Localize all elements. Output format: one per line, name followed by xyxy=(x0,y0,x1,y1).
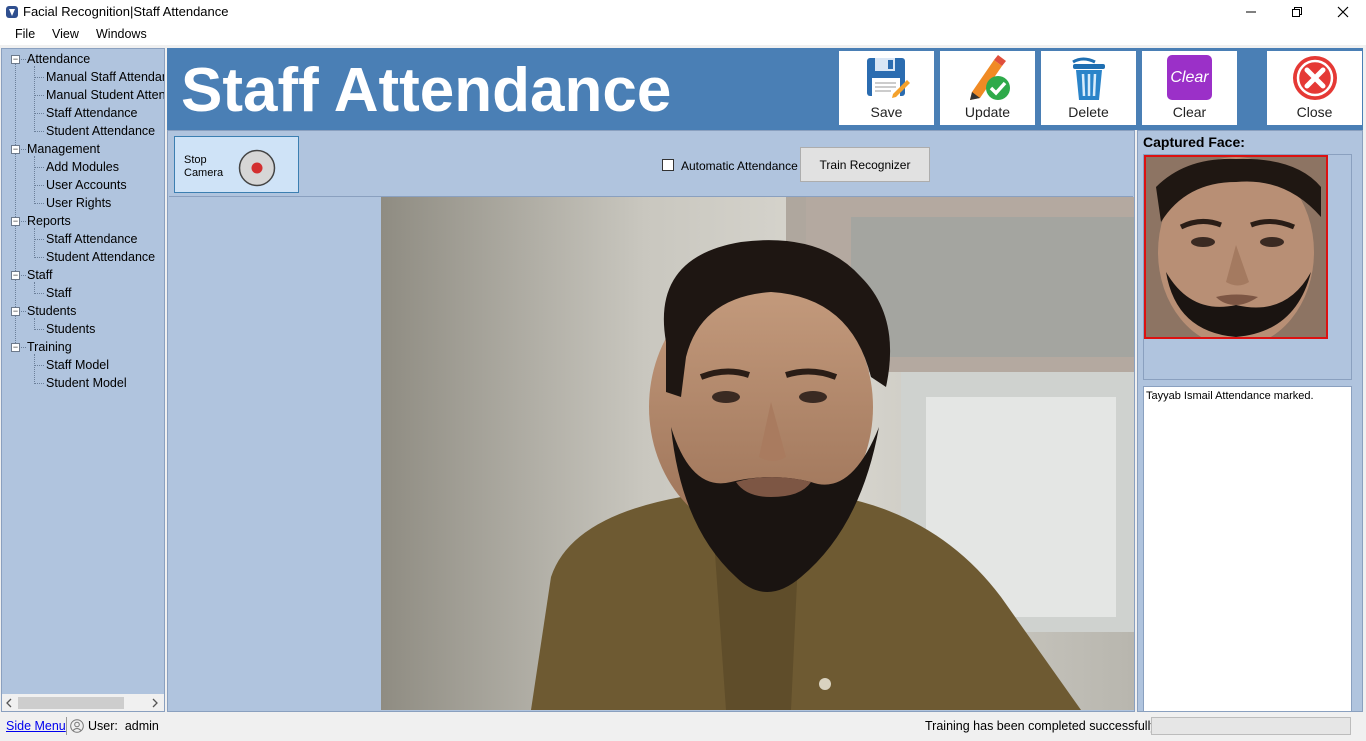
user-name: admin xyxy=(124,719,159,733)
tree-item-students[interactable]: Students xyxy=(46,322,95,336)
stop-camera-label-line1: Stop xyxy=(184,154,207,166)
update-pencil-check-icon xyxy=(969,55,1010,100)
scroll-right-icon[interactable] xyxy=(150,698,160,708)
record-icon xyxy=(238,149,276,187)
clear-icon: Clear xyxy=(1167,55,1212,100)
page-title: Staff Attendance xyxy=(181,56,672,125)
stop-camera-label-line2: Camera xyxy=(184,167,224,179)
window-title: Facial Recognition|Staff Attendance xyxy=(23,4,229,19)
app-icon xyxy=(6,6,18,18)
close-label: Close xyxy=(1296,104,1333,120)
side-menu-link[interactable]: Side Menu xyxy=(6,719,66,733)
clear-button[interactable]: Clear Clear xyxy=(1142,51,1237,125)
captured-face-picture xyxy=(1146,157,1326,337)
update-label: Update xyxy=(964,104,1011,120)
delete-button[interactable]: Delete xyxy=(1041,51,1136,125)
expand-toggle-staff[interactable]: − xyxy=(11,271,20,280)
tree-item-staff-model[interactable]: Staff Model xyxy=(46,358,109,372)
tree-item-staff[interactable]: Staff xyxy=(46,286,71,300)
delete-label: Delete xyxy=(1068,104,1109,120)
expand-toggle-students[interactable]: − xyxy=(11,307,20,316)
tree-group-students[interactable]: Students xyxy=(27,304,76,318)
scrollbar-thumb[interactable] xyxy=(18,697,124,709)
tree-item-manual-staff-attendance[interactable]: Manual Staff Attendan xyxy=(46,70,164,84)
tree-item-manual-student-attendance[interactable]: Manual Student Attend xyxy=(46,88,164,102)
clear-icon-text: Clear xyxy=(1170,68,1209,86)
update-button[interactable]: Update xyxy=(940,51,1035,125)
expand-toggle-reports[interactable]: − xyxy=(11,217,20,226)
tree-group-reports[interactable]: Reports xyxy=(27,214,71,228)
expand-toggle-management[interactable]: − xyxy=(11,145,20,154)
expand-toggle-training[interactable]: − xyxy=(11,343,20,352)
tree-item-report-student-attendance[interactable]: Student Attendance xyxy=(46,250,155,264)
user-icon xyxy=(70,719,84,733)
status-message: Training has been completed successfully… xyxy=(925,719,1161,733)
close-window-icon xyxy=(1337,6,1349,18)
restore-button[interactable] xyxy=(1274,0,1320,24)
close-button[interactable]: Close xyxy=(1267,51,1362,125)
tree-group-training[interactable]: Training xyxy=(27,340,72,354)
trash-icon xyxy=(1071,57,1105,100)
expand-toggle-attendance[interactable]: − xyxy=(11,55,20,64)
tree-item-staff-attendance[interactable]: Staff Attendance xyxy=(46,106,138,120)
status-progress-bar xyxy=(1151,717,1351,735)
menu-view[interactable]: View xyxy=(52,27,79,41)
tree-item-student-attendance[interactable]: Student Attendance xyxy=(46,124,155,138)
scroll-left-icon[interactable] xyxy=(4,698,14,708)
tree-group-management[interactable]: Management xyxy=(27,142,100,156)
floppy-save-icon xyxy=(866,58,910,98)
camera-frame-image xyxy=(381,197,1134,710)
minimize-icon xyxy=(1246,11,1256,13)
tree-item-student-model[interactable]: Student Model xyxy=(46,376,127,390)
tree-group-staff[interactable]: Staff xyxy=(27,268,52,282)
restore-icon xyxy=(1292,7,1302,17)
automatic-attendance-label[interactable]: Automatic Attendance xyxy=(681,159,798,173)
tree-item-user-rights[interactable]: User Rights xyxy=(46,196,111,210)
user-label: User: xyxy=(88,719,118,733)
camera-controls-row xyxy=(169,133,1133,197)
current-user: User: admin xyxy=(88,719,159,733)
close-window-button[interactable] xyxy=(1320,0,1366,24)
attendance-log[interactable]: Tayyab Ismail Attendance marked. xyxy=(1143,386,1352,712)
train-recognizer-button[interactable]: Train Recognizer xyxy=(800,147,930,182)
automatic-attendance-checkbox[interactable] xyxy=(662,159,674,171)
tree-group-attendance[interactable]: Attendance xyxy=(27,52,90,66)
status-divider xyxy=(66,717,67,735)
captured-face-image xyxy=(1144,155,1328,339)
stop-camera-label: Stop Camera xyxy=(184,154,223,180)
camera-feed xyxy=(381,197,1134,710)
tree-item-add-modules[interactable]: Add Modules xyxy=(46,160,119,174)
side-menu-tree[interactable]: − Attendance Manual Staff Attendan Manua… xyxy=(1,48,165,712)
close-x-icon xyxy=(1292,56,1337,100)
tree-item-user-accounts[interactable]: User Accounts xyxy=(46,178,127,192)
minimize-button[interactable] xyxy=(1228,0,1274,24)
save-label: Save xyxy=(870,104,903,120)
tree-item-report-staff-attendance[interactable]: Staff Attendance xyxy=(46,232,138,246)
menu-windows[interactable]: Windows xyxy=(96,27,147,41)
menu-file[interactable]: File xyxy=(15,27,35,41)
menu-bar xyxy=(0,24,1366,45)
clear-label: Clear xyxy=(1172,104,1207,120)
captured-face-label: Captured Face: xyxy=(1143,134,1245,150)
save-button[interactable]: Save xyxy=(839,51,934,125)
